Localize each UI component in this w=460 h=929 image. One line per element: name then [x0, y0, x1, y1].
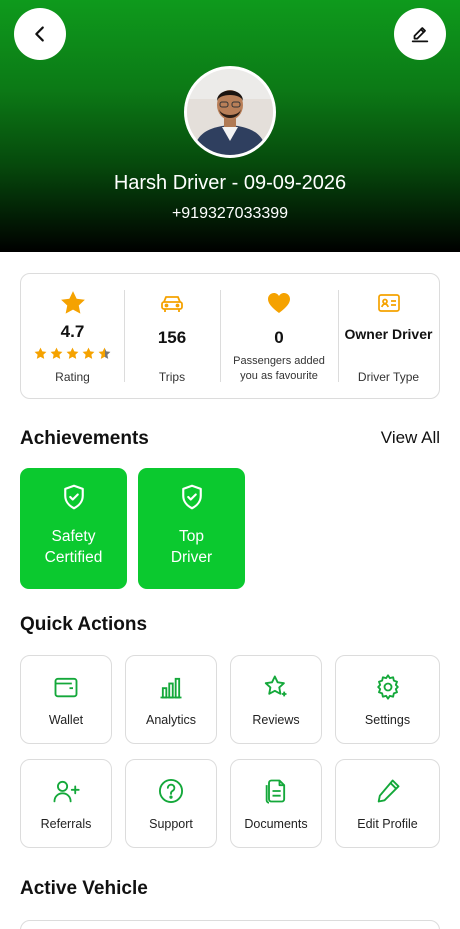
gear-icon [376, 674, 399, 700]
star-icon [60, 291, 85, 314]
driver-name: Harsh Driver - 09-09-2026 [113, 172, 347, 194]
quick-action-referrals[interactable]: Referrals [20, 759, 112, 848]
quick-action-edit-profile[interactable]: Edit Profile [335, 759, 440, 848]
quick-action-label: Settings [364, 713, 411, 727]
quick-action-documents[interactable]: Documents [230, 759, 322, 848]
quick-action-label: Analytics [145, 713, 197, 727]
shield-check-icon [63, 484, 84, 510]
user-plus-icon [53, 780, 80, 803]
car-icon [161, 296, 183, 312]
quick-action-label: Documents [244, 817, 308, 831]
documents-icon [265, 779, 286, 804]
trips-value: 156 [157, 328, 187, 347]
quick-action-label: Edit Profile [357, 817, 418, 831]
driver-type-label: Driver Type [357, 370, 420, 384]
rating-label: Rating [55, 370, 90, 384]
edit-profile-button[interactable] [394, 8, 446, 60]
driver-phone: +919327033399 [171, 205, 289, 222]
view-all-link[interactable]: View All [381, 428, 440, 448]
profile-header: Harsh Driver - 09-09-2026 +919327033399 [0, 0, 460, 252]
stat-trips: 156 Trips [124, 274, 220, 398]
stat-rating: 4.7 Rating [21, 274, 124, 398]
star-icon [50, 347, 63, 359]
chevron-left-icon [35, 26, 44, 42]
star-icon [66, 347, 79, 359]
quick-action-label: Wallet [48, 713, 84, 727]
quick-action-settings[interactable]: Settings [335, 655, 440, 744]
quick-action-support[interactable]: Support [125, 759, 217, 848]
id-card-icon [377, 294, 400, 312]
quick-action-reviews[interactable]: Reviews [230, 655, 322, 744]
badge-label: Top Driver [170, 528, 213, 566]
quick-action-analytics[interactable]: Analytics [125, 655, 217, 744]
achievements-title: Achievements [20, 428, 149, 449]
active-vehicle-card[interactable] [20, 920, 440, 929]
stat-favourites: 0 Passengers added you as favourite [220, 274, 338, 398]
star-sparkle-icon [264, 675, 287, 697]
badge-safety-certified[interactable]: Safety Certified [20, 468, 127, 589]
badge-label: Safety Certified [44, 528, 103, 566]
help-circle-icon [158, 778, 184, 804]
stat-driver-type: Owner Driver Driver Type [338, 274, 439, 398]
quick-action-label: Support [149, 817, 193, 831]
favourites-label-line1: Passengers added [233, 355, 325, 367]
driver-avatar[interactable] [184, 66, 276, 158]
star-half-icon [98, 347, 111, 359]
quick-action-wallet[interactable]: Wallet [20, 655, 112, 744]
avatar-photo [187, 69, 273, 155]
star-icon [34, 347, 47, 359]
bar-chart-icon [160, 677, 182, 699]
shield-check-icon [181, 484, 202, 510]
stats-card: 4.7 Rating 156 Trips 0 Passengers added … [20, 273, 440, 399]
rating-value: 4.7 [60, 322, 85, 341]
wallet-icon [54, 677, 78, 698]
driver-type-value: Owner Driver [344, 326, 433, 342]
badge-top-driver[interactable]: Top Driver [138, 468, 245, 589]
star-icon [82, 347, 95, 359]
edit-icon [411, 27, 429, 43]
favourites-value: 0 [274, 328, 284, 347]
favourites-label-line2: you as favourite [240, 370, 318, 382]
back-button[interactable] [14, 8, 66, 60]
pencil-icon [377, 779, 399, 803]
heart-icon [268, 293, 290, 313]
quick-action-label: Referrals [40, 817, 92, 831]
rating-stars [21, 346, 124, 361]
quick-actions-title: Quick Actions [20, 614, 148, 635]
trips-label: Trips [158, 370, 186, 384]
quick-action-label: Reviews [252, 713, 300, 727]
active-vehicle-title: Active Vehicle [20, 878, 148, 899]
